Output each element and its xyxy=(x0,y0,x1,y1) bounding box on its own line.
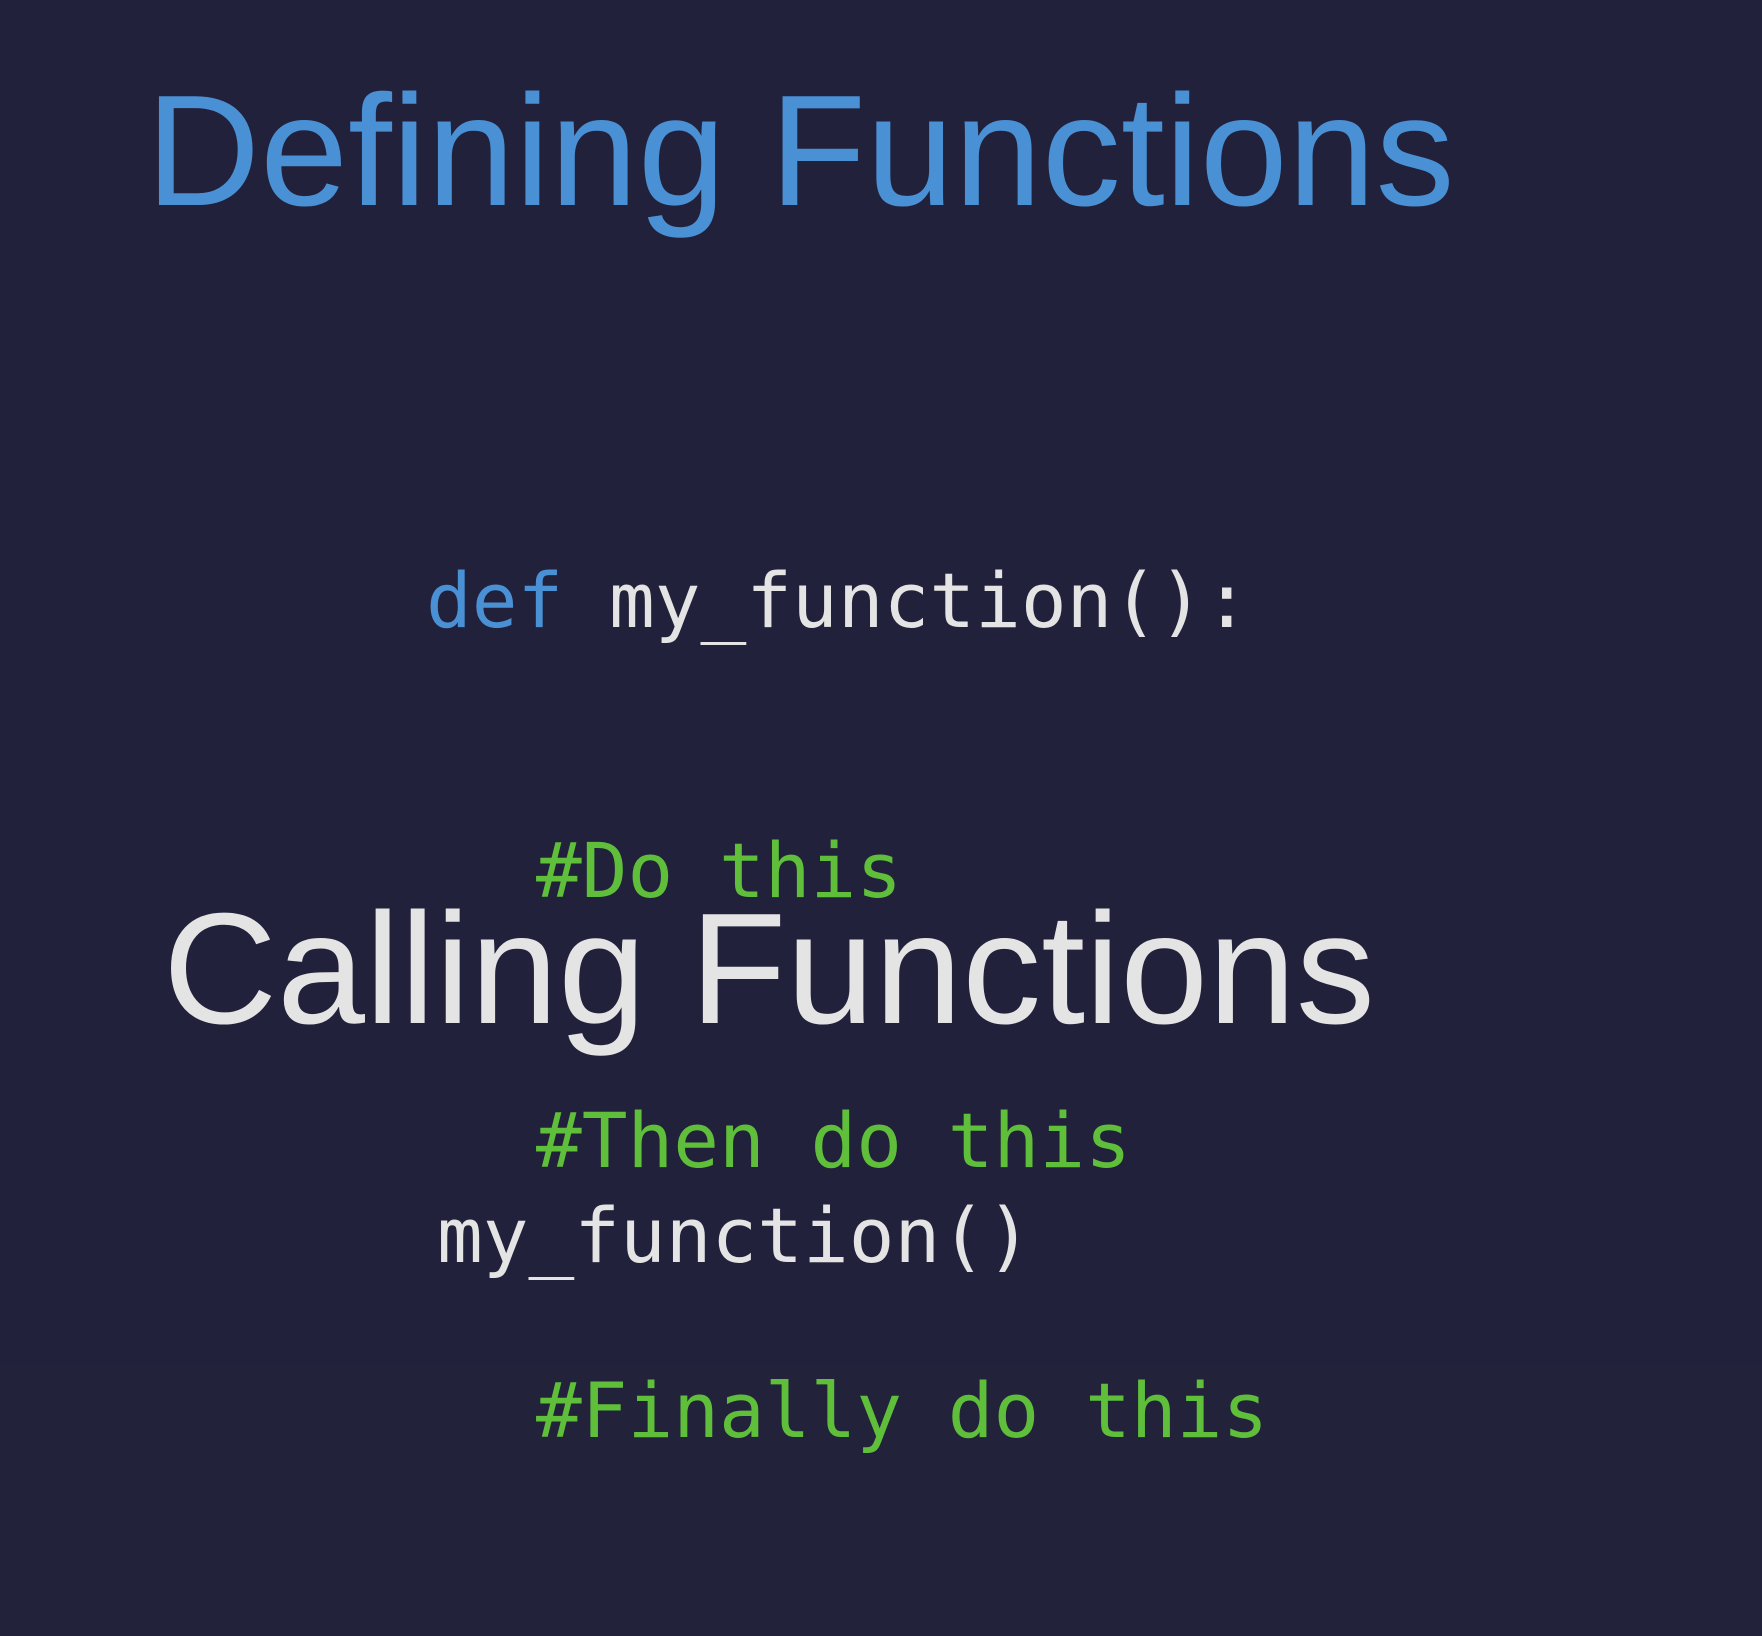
def-keyword: def xyxy=(426,556,564,645)
defining-functions-title: Defining Functions xyxy=(146,63,1455,239)
function-signature: my_function(): xyxy=(563,556,1250,645)
calling-functions-title: Calling Functions xyxy=(163,881,1375,1057)
def-line: def my_function(): xyxy=(426,556,1268,646)
comment-line: #Finally do this xyxy=(536,1366,1269,1455)
slide: Defining Functions def my_function(): #D… xyxy=(0,0,1762,1455)
comment-line: #Then do this xyxy=(536,1096,1131,1185)
function-call-code: my_function() xyxy=(437,1191,1032,1280)
